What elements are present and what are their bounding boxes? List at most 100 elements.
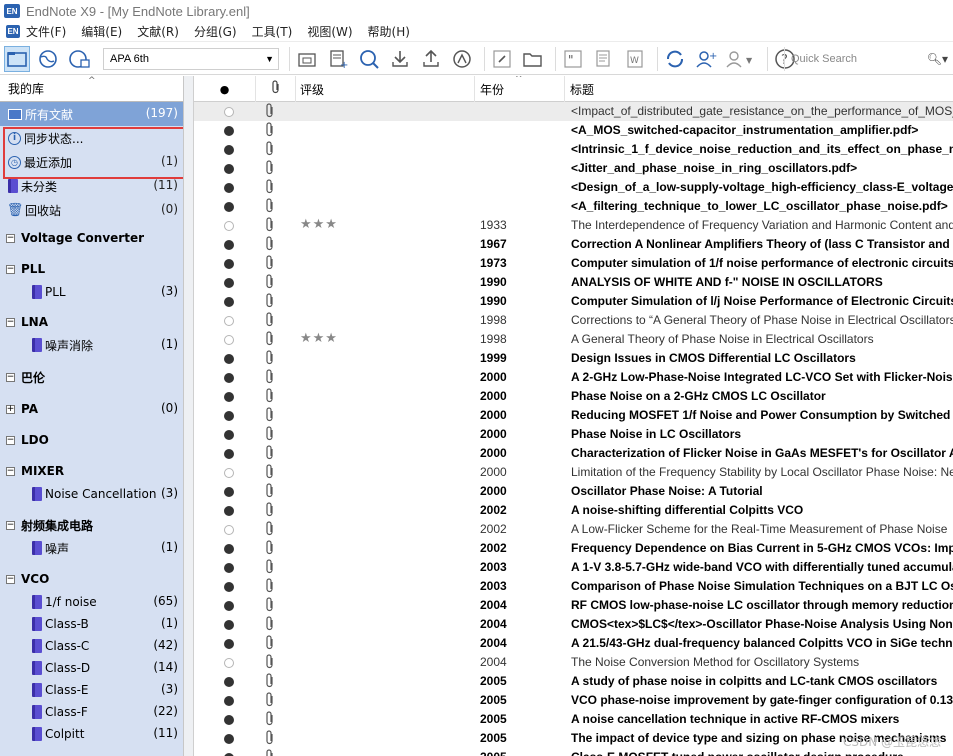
rating-stars[interactable]: ★★★ bbox=[300, 331, 338, 346]
read-status-dot[interactable] bbox=[224, 525, 234, 535]
reference-row[interactable]: 2000 Characterization of Flicker Noise in… bbox=[194, 444, 953, 463]
menu-window[interactable]: 视图(W) bbox=[307, 23, 352, 40]
reference-row[interactable]: 2004 RF CMOS low-phase-noise LC oscillato… bbox=[194, 596, 953, 615]
reference-row[interactable]: 2002 Frequency Dependence on Bias Current… bbox=[194, 539, 953, 558]
read-status-dot[interactable] bbox=[224, 544, 234, 554]
open-file-icon[interactable] bbox=[520, 46, 546, 72]
read-status-dot[interactable] bbox=[224, 677, 234, 687]
group-set-voltage-converter[interactable]: − Voltage Converter bbox=[0, 226, 183, 250]
read-status-dot[interactable] bbox=[224, 601, 234, 611]
group-class-b[interactable]: Class-B (1) bbox=[0, 613, 183, 635]
group-class-e[interactable]: Class-E (3) bbox=[0, 679, 183, 701]
collapse-icon[interactable]: − bbox=[6, 435, 15, 445]
group-class-c[interactable]: Class-C (42) bbox=[0, 635, 183, 657]
format-bibliography-icon[interactable] bbox=[591, 46, 617, 72]
reference-row[interactable]: 2000 Reducing MOSFET 1/f Noise and Power … bbox=[194, 406, 953, 425]
group-set-balun[interactable]: − 巴伦 bbox=[0, 365, 183, 389]
collapse-icon[interactable]: − bbox=[6, 574, 15, 584]
reference-row[interactable]: 2002 A noise-shifting differential Colpit… bbox=[194, 501, 953, 520]
new-group-icon[interactable] bbox=[294, 46, 320, 72]
read-status-dot[interactable] bbox=[224, 639, 234, 649]
reference-row[interactable]: 1967 Correction A Nonlinear Amplifiers Th… bbox=[194, 235, 953, 254]
group-class-d[interactable]: Class-D (14) bbox=[0, 657, 183, 679]
quick-search-input[interactable]: Quick Search 🔍︎▾ bbox=[784, 47, 952, 71]
read-status-dot[interactable] bbox=[224, 183, 234, 193]
reference-row[interactable]: 2003 A 1-V 3.8-5.7-GHz wide-band VCO with… bbox=[194, 558, 953, 577]
read-status-dot[interactable] bbox=[224, 734, 234, 744]
group-recently-added[interactable]: ◷ 最近添加 (1) bbox=[0, 150, 183, 174]
collapse-icon[interactable]: − bbox=[6, 372, 15, 382]
read-status-dot[interactable] bbox=[224, 107, 234, 117]
collapse-icon[interactable]: − bbox=[6, 466, 15, 476]
group-set-vco[interactable]: − VCO bbox=[0, 567, 183, 591]
read-status-dot[interactable] bbox=[224, 145, 234, 155]
read-status-dot[interactable] bbox=[224, 563, 234, 573]
integrated-library-icon[interactable] bbox=[66, 46, 92, 72]
word-icon[interactable]: W bbox=[622, 46, 648, 72]
read-status-dot[interactable] bbox=[224, 449, 234, 459]
menu-groups[interactable]: 分组(G) bbox=[194, 23, 237, 40]
rating-stars[interactable]: ★★★ bbox=[300, 217, 338, 232]
reference-row[interactable]: 2005 The impact of device type and sizing… bbox=[194, 729, 953, 748]
read-status-dot[interactable] bbox=[224, 411, 234, 421]
reference-row[interactable]: 1990 Computer Simulation of l/j Noise Per… bbox=[194, 292, 953, 311]
menu-references[interactable]: 文献(R) bbox=[137, 23, 179, 40]
read-status-dot[interactable] bbox=[224, 506, 234, 516]
group-trash[interactable]: 🗑︎ 回收站 (0) bbox=[0, 198, 183, 222]
read-status-dot[interactable] bbox=[224, 240, 234, 250]
reference-row[interactable]: ★★★ 1933 The Interdependence of Frequency … bbox=[194, 216, 953, 235]
reference-row[interactable]: 2000 A 2-GHz Low-Phase-Noise Integrated L… bbox=[194, 368, 953, 387]
group-noise-cn[interactable]: 噪声 (1) bbox=[0, 537, 183, 559]
insert-citation-icon[interactable]: " bbox=[560, 46, 586, 72]
read-status-dot[interactable] bbox=[224, 373, 234, 383]
collapse-icon[interactable]: − bbox=[6, 233, 15, 243]
column-title[interactable]: 标题 bbox=[565, 76, 953, 102]
group-noise-cancel-cn[interactable]: 噪声消除 (1) bbox=[0, 334, 183, 356]
reference-row[interactable]: 2005 VCO phase-noise improvement by gate-… bbox=[194, 691, 953, 710]
column-year[interactable]: 年份 ^ bbox=[475, 76, 565, 102]
column-rating[interactable]: 评级 bbox=[296, 76, 475, 102]
group-set-mixer[interactable]: − MIXER bbox=[0, 459, 183, 483]
group-pll[interactable]: PLL (3) bbox=[0, 281, 183, 303]
reference-row[interactable]: 2003 Comparison of Phase Noise Simulation… bbox=[194, 577, 953, 596]
reference-row[interactable]: 2000 Oscillator Phase Noise: A Tutorial bbox=[194, 482, 953, 501]
read-status-dot[interactable] bbox=[224, 164, 234, 174]
group-set-pa[interactable]: + PA (0) bbox=[0, 397, 183, 421]
reference-row[interactable]: 2002 A Low-Flicker Scheme for the Real-Ti… bbox=[194, 520, 953, 539]
read-status-dot[interactable] bbox=[224, 715, 234, 725]
read-status-dot[interactable] bbox=[224, 202, 234, 212]
reference-row[interactable]: 2005 A noise cancellation technique in ac… bbox=[194, 710, 953, 729]
group-class-f[interactable]: Class-F (22) bbox=[0, 701, 183, 723]
read-status-dot[interactable] bbox=[224, 468, 234, 478]
reference-row[interactable]: 1999 Design Issues in CMOS Differential L… bbox=[194, 349, 953, 368]
reference-row[interactable]: 2005 A study of phase noise in colpitts a… bbox=[194, 672, 953, 691]
group-colpitt[interactable]: Colpitt (11) bbox=[0, 723, 183, 745]
menu-edit[interactable]: 编辑(E) bbox=[81, 23, 122, 40]
read-status-dot[interactable] bbox=[224, 354, 234, 364]
online-search-tool-icon[interactable] bbox=[356, 46, 382, 72]
menu-tools[interactable]: 工具(T) bbox=[252, 23, 293, 40]
read-status-dot[interactable] bbox=[224, 335, 234, 345]
group-1f-noise[interactable]: 1/f noise (65) bbox=[0, 591, 183, 613]
read-status-dot[interactable] bbox=[224, 430, 234, 440]
read-status-dot[interactable] bbox=[224, 658, 234, 668]
groups-header[interactable]: 我的库 ^ bbox=[0, 76, 183, 102]
reference-row[interactable]: 2000 Phase Noise on a 2-GHz CMOS LC Oscil… bbox=[194, 387, 953, 406]
reference-row[interactable]: ★★★ 1998 A General Theory of Phase Noise i… bbox=[194, 330, 953, 349]
group-unfiled[interactable]: 未分类 (11) bbox=[0, 174, 183, 198]
reference-row[interactable]: <Intrinsic_1_f_device_noise_reduction_an… bbox=[194, 140, 953, 159]
column-read-status[interactable]: ● bbox=[194, 76, 256, 102]
import-icon[interactable] bbox=[387, 46, 413, 72]
reference-row[interactable]: 2000 Limitation of the Frequency Stabilit… bbox=[194, 463, 953, 482]
reference-row[interactable]: 2000 Phase Noise in LC Oscillators bbox=[194, 425, 953, 444]
reference-row[interactable]: 2005 Class-E MOSFET tuned power oscillato… bbox=[194, 748, 953, 756]
reference-row[interactable]: 1990 ANALYSIS OF WHITE AND f-" NOISE IN O… bbox=[194, 273, 953, 292]
reference-row[interactable]: 1973 Computer simulation of 1/f noise per… bbox=[194, 254, 953, 273]
read-status-dot[interactable] bbox=[224, 696, 234, 706]
menu-help[interactable]: 帮助(H) bbox=[368, 23, 410, 40]
reference-row[interactable]: 2004 A 21.5/43-GHz dual-frequency balance… bbox=[194, 634, 953, 653]
share-group-icon[interactable]: ▼ bbox=[724, 46, 758, 72]
output-style-select[interactable]: APA 6th ▼ bbox=[103, 47, 279, 70]
read-status-dot[interactable] bbox=[224, 126, 234, 136]
open-link-icon[interactable] bbox=[489, 46, 515, 72]
